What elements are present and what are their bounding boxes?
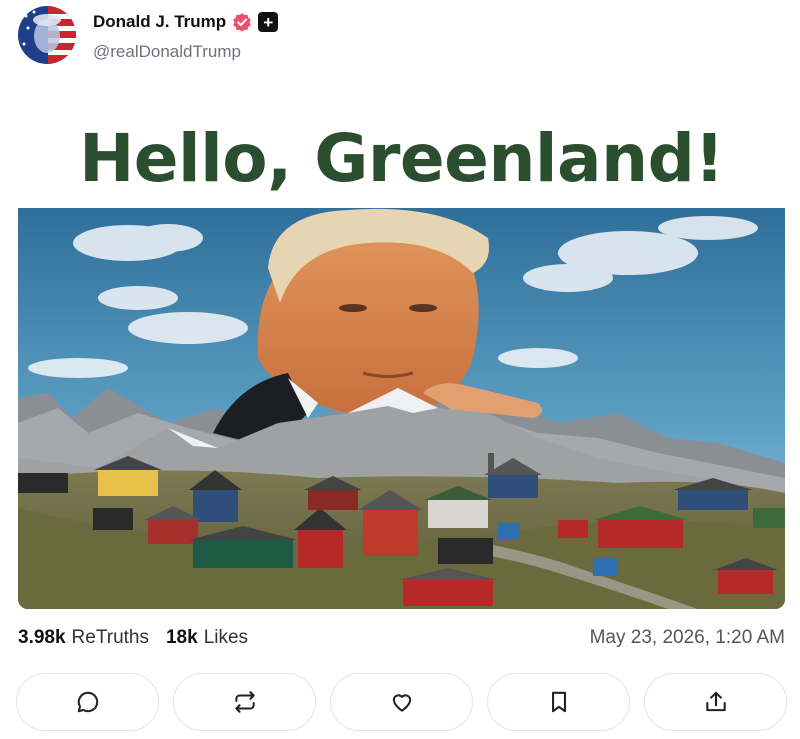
verified-badge-icon [233,13,251,32]
likes-count: 18k [165,627,198,648]
plus-badge-icon: + [258,12,279,32]
flag-portrait-avatar-icon [18,6,76,64]
likes-label: Likes [203,627,249,648]
bookmark-icon [551,691,566,713]
display-name[interactable]: Donald J. Trump [93,12,226,32]
heart-icon [392,694,411,712]
share-icon [705,691,726,712]
avatar[interactable] [18,6,76,64]
reply-button[interactable] [16,673,159,731]
name-row: Donald J. Trump + [93,12,279,32]
post-stats: 3.98k ReTruths 18k Likes May 23, 2026, 1… [18,624,785,652]
likes-stat[interactable]: 18k Likes [166,627,248,649]
retruths-label: ReTruths [71,627,149,648]
comment-icon [77,691,98,713]
share-button[interactable] [644,673,787,731]
retruths-stat[interactable]: 3.98k ReTruths [18,627,149,649]
retruth-button[interactable] [173,673,316,731]
bookmark-button[interactable] [487,673,630,731]
repost-icon [234,691,255,713]
post-header: Donald J. Trump + @realDonaldTrump [18,6,778,66]
like-button[interactable] [330,673,473,731]
action-bar [16,673,787,731]
post-image[interactable]: Hello, Greenland! [18,108,785,609]
post-timestamp[interactable]: May 23, 2026, 1:20 AM [590,627,785,649]
retruths-count: 3.98k [18,627,66,648]
handle[interactable]: @realDonaldTrump [93,42,241,62]
greenland-scene-image [18,208,785,609]
image-headline: Hello, Greenland! [79,119,724,197]
